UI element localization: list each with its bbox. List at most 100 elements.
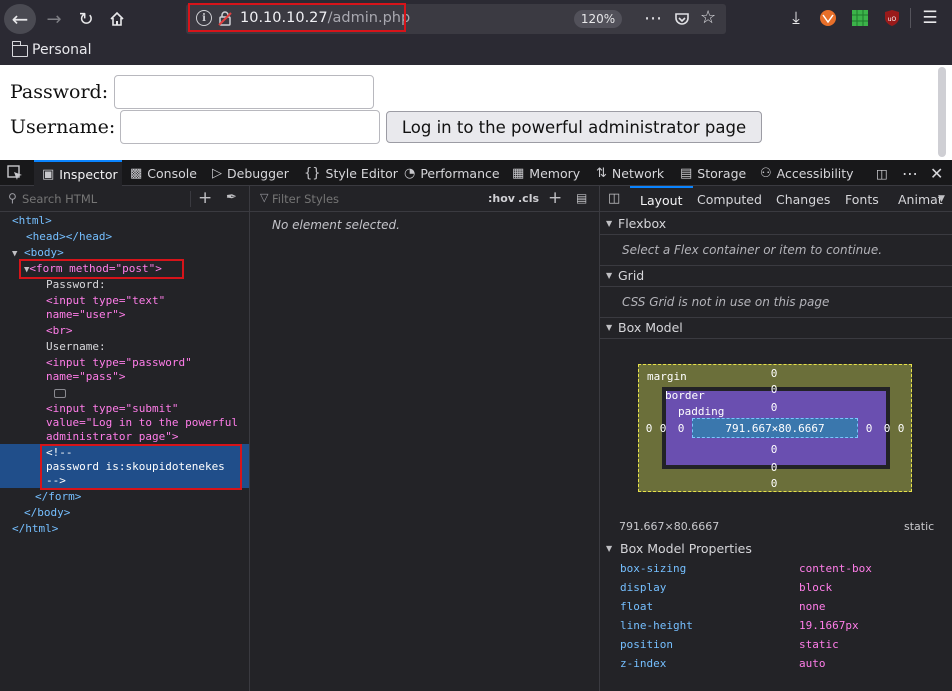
download-icon: ⤓ [792, 8, 800, 28]
page-scrollbar[interactable] [938, 67, 946, 157]
border-top-value[interactable]: 0 [767, 383, 781, 396]
margin-right-value[interactable]: 0 [894, 422, 908, 435]
box-model-properties-header[interactable]: ▼ Box Model Properties [600, 538, 952, 560]
tab-animations[interactable]: Animat [898, 186, 943, 212]
page-actions-icon[interactable]: ⋯ [644, 8, 662, 29]
margin-left-value[interactable]: 0 [642, 422, 656, 435]
padding-bottom-value[interactable]: 0 [767, 443, 781, 456]
no-element-selected-message: No element selected. [272, 218, 400, 232]
tab-style-editor[interactable]: {} Style Editor [304, 160, 398, 186]
tab-network[interactable]: ⇅ Network [596, 160, 664, 186]
add-node-button[interactable]: + [198, 188, 212, 208]
tab-layout[interactable]: Layout [630, 186, 693, 212]
tab-memory[interactable]: ▦ Memory [512, 160, 580, 186]
markup-search-bar: ⚲ + ✒ [0, 186, 249, 212]
extension-foxyproxy-button[interactable] [818, 8, 838, 28]
border-right-value[interactable]: 0 [880, 422, 894, 435]
password-input[interactable] [114, 75, 374, 109]
cls-toggle-button[interactable]: .cls [518, 192, 539, 205]
node-input-submit[interactable]: <input type="submit" [46, 402, 178, 416]
padding-top-value[interactable]: 0 [767, 401, 781, 414]
node-password-text[interactable]: Password: [46, 278, 106, 292]
node-html-open[interactable]: <html> [12, 214, 52, 228]
hov-toggle-button[interactable]: :hov [488, 192, 515, 205]
pocket-icon[interactable] [674, 11, 690, 27]
node-head[interactable]: <head></head> [26, 230, 112, 244]
form-close-tag: </form> [35, 490, 82, 503]
tab-debugger[interactable]: ▷ Debugger [212, 160, 289, 186]
bookmark-star-icon[interactable]: ☆ [700, 7, 716, 28]
storage-icon: ▤ [680, 165, 693, 181]
zoom-level-badge[interactable]: 120% [574, 10, 622, 28]
box-position: static [904, 520, 935, 533]
tab-performance[interactable]: ◔ Performance [404, 160, 500, 186]
prop-position-name: position [620, 638, 673, 651]
box-model-content[interactable]: 791.667×80.6667 [692, 418, 858, 438]
element-picker-button[interactable] [6, 164, 24, 182]
border-left-value[interactable]: 0 [656, 422, 670, 435]
box-model-properties-title: Box Model Properties [620, 541, 752, 556]
node-input-text-cont[interactable]: name="user"> [46, 308, 125, 322]
back-button[interactable]: ← [4, 4, 36, 34]
node-body-close[interactable]: </body> [24, 506, 70, 520]
node-username-text[interactable]: Username: [46, 340, 106, 354]
filter-styles-input[interactable] [272, 191, 472, 207]
username-input[interactable] [120, 110, 380, 144]
arrow-right-icon: → [46, 8, 62, 30]
node-input-submit-cont[interactable]: value="Log in to the powerful [46, 416, 238, 430]
tab-accessibility[interactable]: ⚇ Accessibility [760, 160, 854, 186]
extension-ublock-button[interactable]: uO [882, 8, 902, 28]
tab-memory-label: Memory [529, 165, 581, 181]
print-media-button[interactable]: ▤ [576, 191, 587, 205]
devtools-options-button[interactable]: ⋯ [902, 160, 918, 186]
node-form-close[interactable]: </form> [35, 490, 81, 504]
login-submit-button[interactable]: Log in to the powerful administrator pag… [386, 111, 762, 143]
margin-top-value[interactable]: 0 [767, 367, 781, 380]
node-br[interactable]: <br> [46, 324, 73, 338]
navigation-toolbar: ← → ↻ i 10.10.10.27/admin.php 120% ⋯ ☆ ⤓ [0, 0, 952, 38]
devtools-close-button[interactable]: ✕ [930, 160, 943, 186]
node-input-submit-cont2[interactable]: administrator page"> [46, 430, 178, 444]
menu-button[interactable]: ☰ [920, 8, 940, 28]
extension-green-button[interactable] [850, 8, 870, 28]
search-html-input[interactable] [22, 191, 182, 207]
tab-debugger-label: Debugger [227, 165, 289, 181]
add-rule-button[interactable]: + [548, 188, 562, 208]
node-input-text[interactable]: <input type="text" [46, 294, 165, 308]
home-button[interactable] [103, 5, 131, 33]
pick-element-icon [7, 165, 22, 180]
toggle-pane-button[interactable]: ◫ [608, 191, 620, 206]
padding-left-value[interactable]: 0 [674, 422, 688, 435]
node-input-password-cont[interactable]: name="pass"> [46, 370, 125, 384]
ublock-shield-icon: uO [885, 10, 899, 26]
more-dots-icon: ⋯ [902, 163, 918, 183]
grid-section-header[interactable]: ▼ Grid [600, 265, 952, 287]
padding-right-value[interactable]: 0 [862, 422, 876, 435]
prop-float-value: none [799, 600, 826, 613]
tab-computed[interactable]: Computed [697, 186, 762, 212]
tab-inspector[interactable]: ▣ Inspector [34, 160, 122, 186]
close-icon: ✕ [930, 163, 944, 183]
input-password-line-2: name="pass"> [46, 370, 126, 383]
browser-chrome: ← → ↻ i 10.10.10.27/admin.php 120% ⋯ ☆ ⤓ [0, 0, 952, 65]
folder-icon [11, 41, 28, 57]
downloads-button[interactable]: ⤓ [786, 8, 806, 28]
node-input-password[interactable]: <input type="password" [46, 356, 192, 370]
reload-button[interactable]: ↻ [72, 5, 100, 33]
bookmark-folder-personal[interactable]: Personal [32, 42, 92, 58]
tabs-overflow-icon[interactable]: ▼ [938, 194, 945, 204]
expand-arrow-icon[interactable]: ▼ [12, 249, 17, 259]
dock-side-button[interactable]: ◫ [876, 160, 888, 186]
node-html-close[interactable]: </html> [12, 522, 58, 536]
tab-fonts[interactable]: Fonts [845, 186, 879, 212]
tab-changes[interactable]: Changes [776, 186, 830, 212]
tab-storage[interactable]: ▤ Storage [680, 160, 746, 186]
box-model-section-header[interactable]: ▼ Box Model [600, 317, 952, 339]
tab-console[interactable]: ▩ Console [130, 160, 197, 186]
event-badge-icon[interactable] [54, 389, 66, 398]
flexbox-section-header[interactable]: ▼ Flexbox [600, 213, 952, 235]
margin-bottom-value[interactable]: 0 [767, 477, 781, 490]
border-bottom-value[interactable]: 0 [767, 461, 781, 474]
eyedropper-button[interactable]: ✒ [226, 190, 237, 205]
forward-button[interactable]: → [40, 5, 68, 33]
